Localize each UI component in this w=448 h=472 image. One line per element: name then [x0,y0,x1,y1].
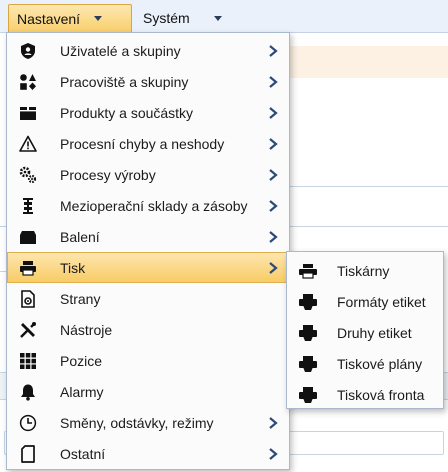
file-icon [18,444,38,464]
menu-item-tisk[interactable]: Tisk [7,252,289,283]
grid-icon [18,351,38,371]
menu-system-label: Systém [143,10,190,26]
menu-item-smeny[interactable]: Směny, odstávky, režimy [7,407,289,438]
background-divider [290,186,448,187]
menu-item-pozice[interactable]: Pozice [7,345,289,376]
label-printer-icon [297,385,319,405]
menu-item-label: Balení [60,228,100,245]
label-printer-icon [297,354,319,374]
warning-icon [18,134,38,154]
menu-nastaveni-label: Nastavení [17,10,81,27]
menu-item-label: Nástroje [60,321,113,338]
document-icon [18,289,38,309]
menu-item-pracoviste[interactable]: Pracoviště a skupiny [7,66,289,97]
menu-item-label: Alarmy [60,383,104,400]
menu-item-label: Ostatní [60,445,106,462]
nastaveni-dropdown: Uživatelé a skupiny Pracoviště a skupiny… [6,32,290,470]
menu-item-label: Uživatelé a skupiny [60,42,181,59]
menu-item-label: Produkty a součástky [60,104,194,121]
submenu-item-tiskarny[interactable]: Tiskárny [287,255,443,286]
background-band [290,46,448,78]
menu-item-label: Procesní chyby a neshody [60,135,225,152]
menu-item-strany[interactable]: Strany [7,283,289,314]
printer-icon [297,261,319,281]
menu-item-ostatni[interactable]: Ostatní [7,438,289,469]
menu-item-label: Pozice [60,352,103,369]
printer-icon [18,258,38,278]
submenu-item-formaty[interactable]: Formáty etiket [287,286,443,317]
menu-item-baleni[interactable]: Balení [7,221,289,252]
gears-icon [18,165,38,185]
label-printer-icon [297,292,319,312]
menu-item-procesy[interactable]: Procesy výroby [7,159,289,190]
submenu-item-label: Tiskové plány [337,355,423,372]
tisk-submenu: Tiskárny Formáty etiket Druhy etiket Tis… [286,251,444,409]
warehouse-icon [18,196,38,216]
chevron-down-icon [94,16,103,21]
chevron-right-icon [269,107,278,119]
menu-item-uzivatele[interactable]: Uživatelé a skupiny [7,35,289,66]
submenu-item-fronta[interactable]: Tisková fronta [287,379,443,410]
package-icon [18,227,38,247]
menu-item-label: Pracoviště a skupiny [60,73,189,90]
submenu-item-label: Druhy etiket [337,324,412,341]
menu-nastaveni[interactable]: Nastavení [8,4,132,32]
menu-item-label: Mezioperační sklady a zásoby [60,197,248,214]
menu-item-label: Strany [60,290,101,307]
clock-icon [18,413,38,433]
submenu-item-plany[interactable]: Tiskové plány [287,348,443,379]
menubar: Nastavení Systém [0,0,448,33]
chevron-right-icon [269,417,278,429]
chevron-right-icon [269,262,278,274]
chevron-right-icon [269,200,278,212]
tools-icon [18,320,38,340]
chevron-right-icon [269,45,278,57]
menu-system[interactable]: Systém [134,4,240,32]
submenu-item-label: Formáty etiket [337,293,426,310]
chevron-down-icon [213,15,222,21]
menu-item-chyby[interactable]: Procesní chyby a neshody [7,128,289,159]
chevron-right-icon [269,448,278,460]
menu-item-alarmy[interactable]: Alarmy [7,376,289,407]
box-icon [18,103,38,123]
menu-item-label: Tisk [60,259,86,276]
chevron-right-icon [269,76,278,88]
menu-item-nastroje[interactable]: Nástroje [7,314,289,345]
bell-icon [18,382,38,402]
submenu-item-druhy[interactable]: Druhy etiket [287,317,443,348]
shield-icon [18,41,38,61]
menu-item-sklady[interactable]: Mezioperační sklady a zásoby [7,190,289,221]
menu-item-label: Směny, odstávky, režimy [60,414,214,431]
chevron-right-icon [269,169,278,181]
submenu-item-label: Tisková fronta [337,386,425,403]
chevron-right-icon [269,231,278,243]
shapes-icon [18,72,38,92]
submenu-item-label: Tiskárny [337,262,390,279]
label-printer-icon [297,323,319,343]
background-divider [290,226,448,227]
chevron-right-icon [269,138,278,150]
menu-item-label: Procesy výroby [60,166,156,183]
menu-item-produkty[interactable]: Produkty a součástky [7,97,289,128]
